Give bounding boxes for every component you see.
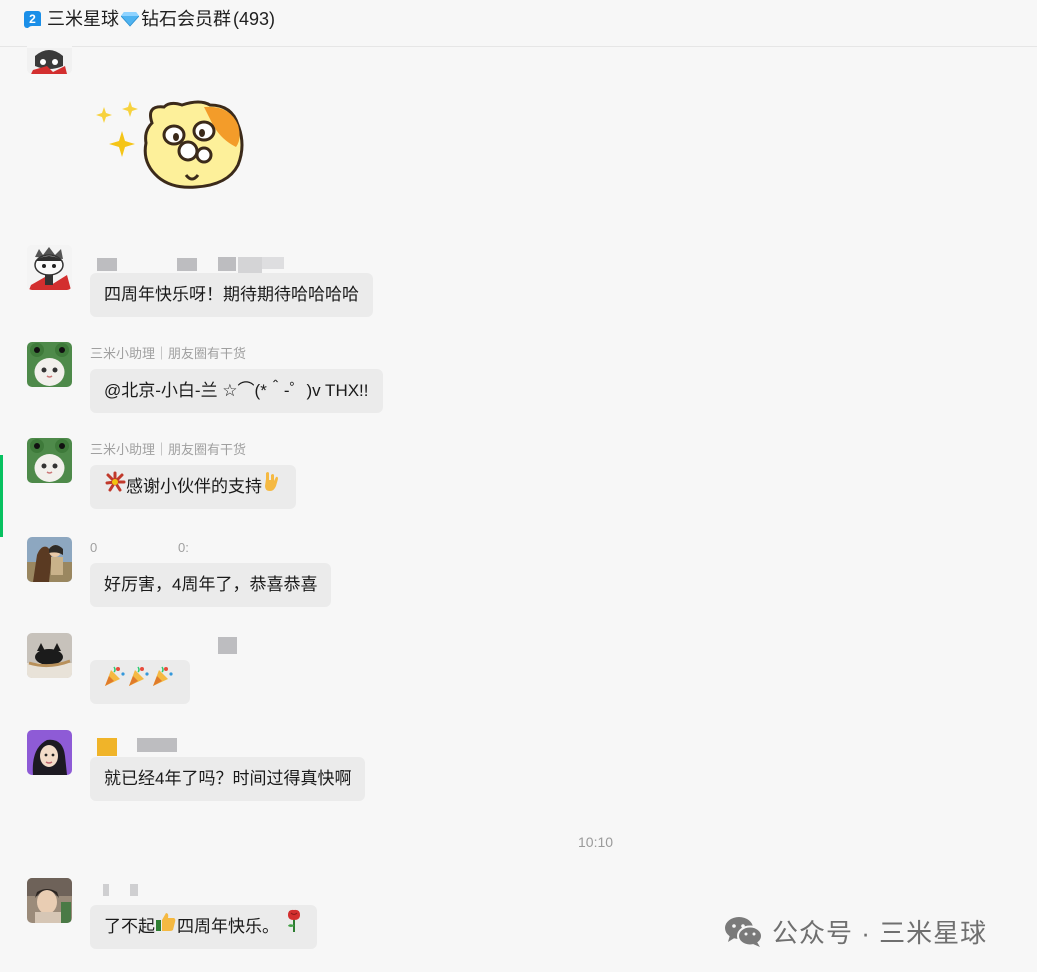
thumbs-up-icon [155, 906, 177, 950]
redacted-sender-name [103, 884, 109, 896]
redacted-sender-name [97, 258, 117, 271]
group-name-suffix: 钻石会员群 [141, 9, 231, 29]
redacted-sender-name [218, 637, 237, 654]
party-popper-icon [102, 661, 126, 705]
sender-name: 三米小助理｜朋友圈有干货 [90, 442, 247, 457]
rose-icon [285, 906, 303, 950]
sticker-image[interactable] [92, 95, 252, 195]
party-popper-icon [126, 661, 150, 705]
avatar[interactable] [27, 878, 72, 923]
message-bubble[interactable]: 感谢小伙伴的支持 [90, 465, 296, 509]
message-text: 四周年快乐。 [177, 917, 279, 936]
avatar[interactable] [27, 245, 72, 290]
watermark-label: 公众号 · 三米星球 [772, 918, 988, 948]
message-bubble[interactable]: 就已经4年了吗？时间过得真快啊 [90, 757, 366, 801]
group-number-badge: 2 [24, 10, 41, 28]
message-bubble[interactable] [90, 660, 190, 704]
sender-name-suffix: 0: [178, 540, 189, 555]
redacted-sender-name [177, 258, 197, 271]
member-count: (493) [233, 9, 276, 29]
selection-indicator [0, 455, 3, 537]
message-text: 感谢小伙伴的支持 [126, 477, 262, 496]
love-you-hand-icon [262, 466, 282, 510]
avatar[interactable] [27, 26, 72, 74]
redacted-sender-name [137, 738, 177, 752]
message-text: 好厉害，4周年了，恭喜恭喜 [104, 575, 318, 594]
redacted-sender-name [130, 884, 138, 896]
avatar[interactable] [27, 537, 72, 582]
message-text: 了不起 [104, 917, 155, 936]
firecracker-emoji-icon [104, 466, 126, 510]
sender-name: 0 [90, 540, 98, 555]
message-text: 四周年快乐呀！期待期待哈哈哈哈 [104, 285, 359, 304]
avatar[interactable] [27, 438, 72, 483]
message-bubble[interactable]: 好厉害，4周年了，恭喜恭喜 [90, 563, 332, 607]
avatar[interactable] [27, 730, 72, 775]
chat-header: 2 三米星球 钻石会员群 (493) [0, 0, 1037, 47]
party-popper-icon [150, 661, 174, 705]
redacted-sender-name [218, 257, 236, 271]
message-text: @北京-小白-兰 ☆⌒(*＾-゜)v THX!! [104, 381, 369, 400]
message-bubble[interactable]: 了不起 四周年快乐。 [90, 905, 317, 949]
sender-name: 三米小助理｜朋友圈有干货 [90, 346, 247, 361]
avatar[interactable] [27, 633, 72, 678]
chat-timestamp: 10:10 [578, 834, 614, 850]
diamond-icon [121, 11, 139, 27]
redacted-sender-name [97, 738, 117, 756]
avatar[interactable] [27, 342, 72, 387]
message-bubble[interactable]: 四周年快乐呀！期待期待哈哈哈哈 [90, 273, 373, 317]
message-bubble[interactable]: @北京-小白-兰 ☆⌒(*＾-゜)v THX!! [90, 369, 383, 413]
wechat-icon [724, 915, 764, 949]
watermark: 公众号 · 三米星球 [724, 913, 987, 950]
message-text: 就已经4年了吗？时间过得真快啊 [104, 769, 352, 788]
redacted-sender-name [262, 257, 284, 269]
